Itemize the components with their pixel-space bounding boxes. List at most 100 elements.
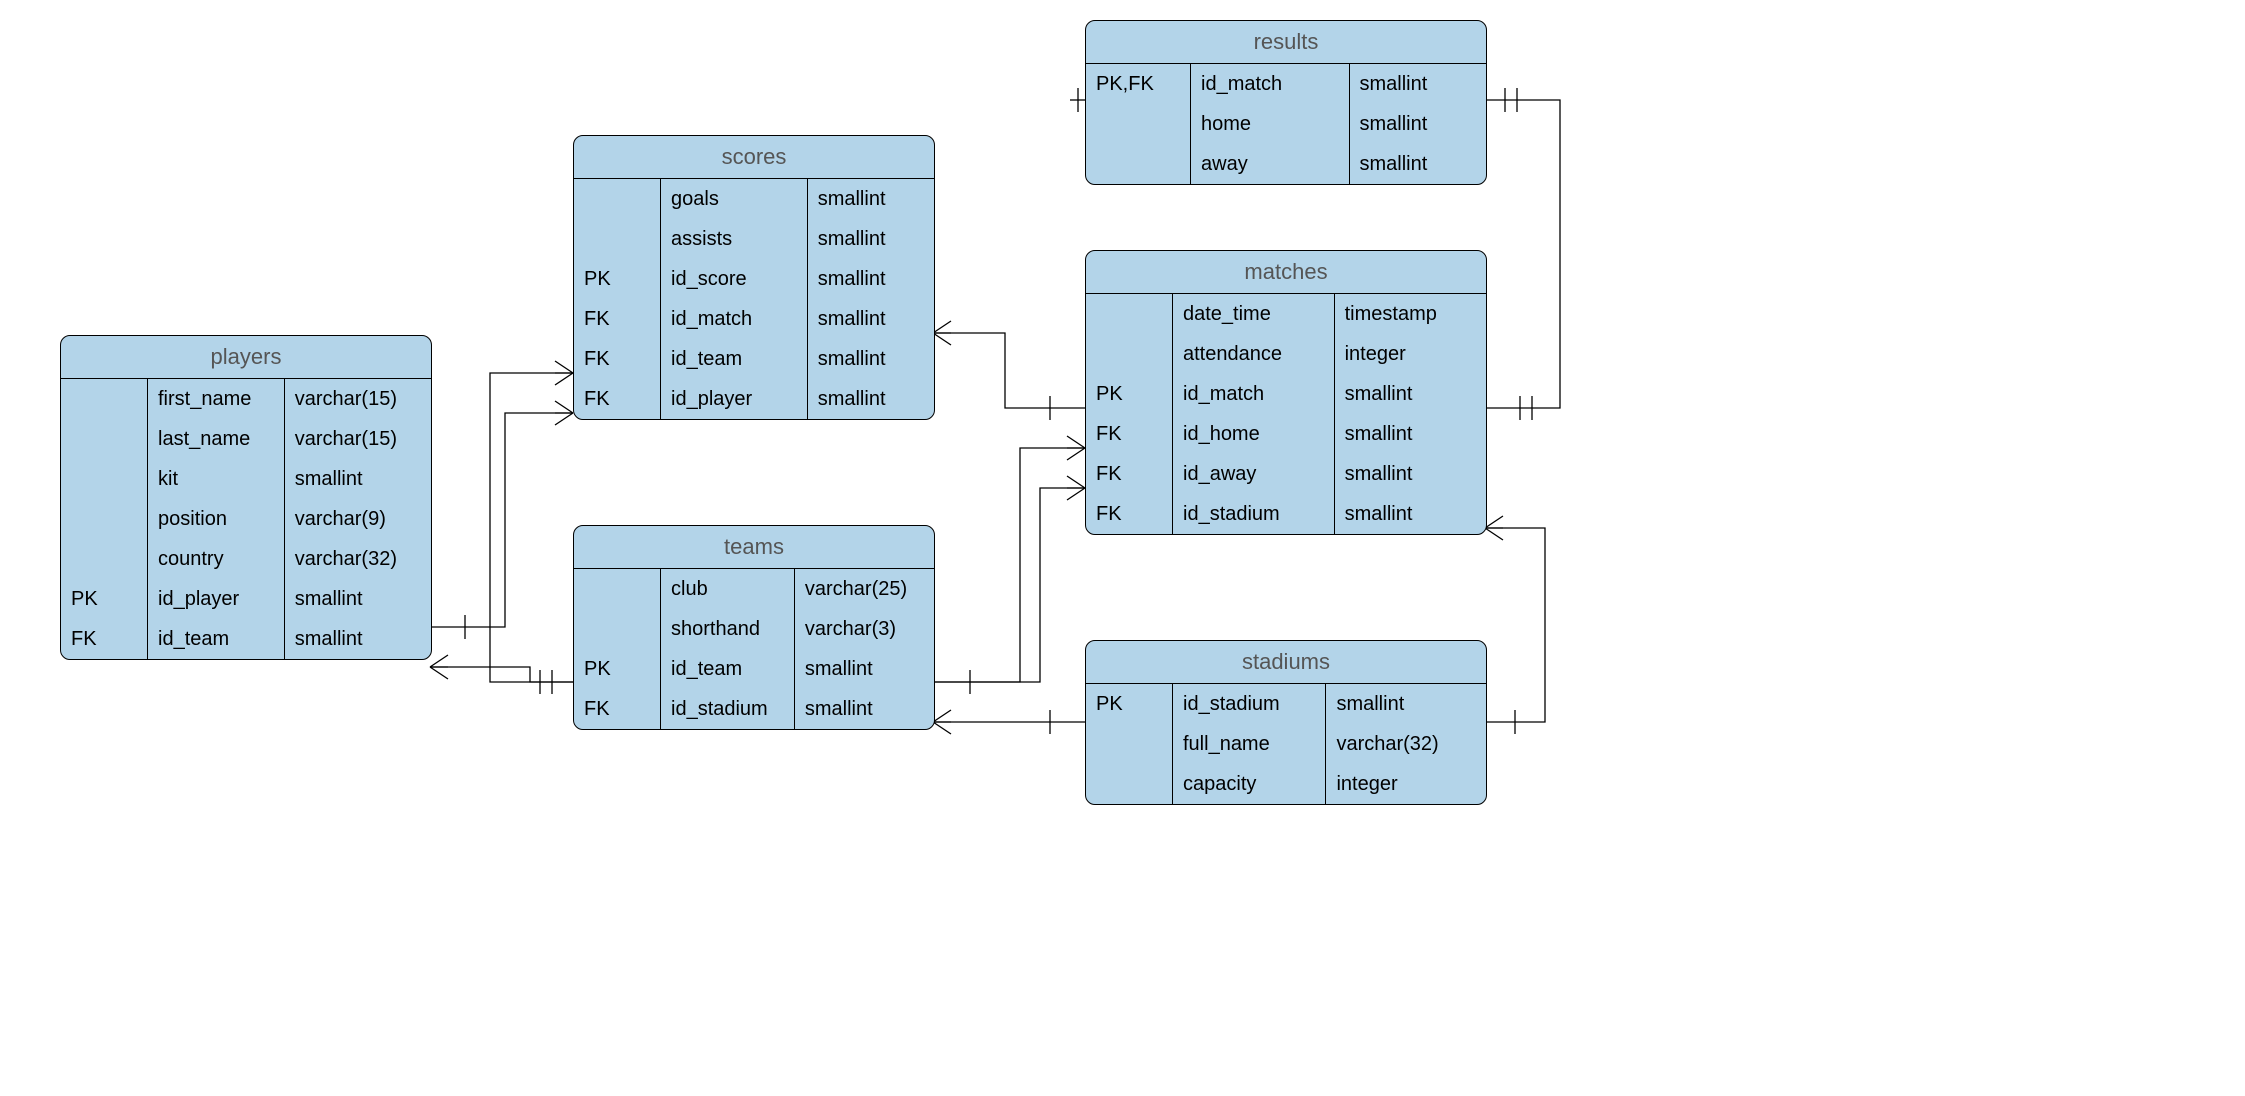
- col-key: PK: [574, 259, 661, 299]
- table-row: date_timetimestamp: [1086, 294, 1486, 334]
- col-key: FK: [574, 299, 661, 339]
- entity-columns: date_timetimestamp attendanceinteger PKi…: [1086, 294, 1486, 534]
- col-name: id_team: [661, 339, 808, 379]
- col-name: id_match: [1191, 64, 1350, 104]
- col-name: id_home: [1173, 414, 1335, 454]
- col-type: integer: [1334, 334, 1486, 374]
- col-name: id_stadium: [1173, 684, 1326, 724]
- table-row: PKid_stadiumsmallint: [1086, 684, 1486, 724]
- table-row: FKid_homesmallint: [1086, 414, 1486, 454]
- entity-columns: PK,FKid_matchsmallint homesmallint aways…: [1086, 64, 1486, 184]
- col-key: PK: [61, 579, 148, 619]
- col-type: smallint: [1334, 494, 1486, 534]
- table-row: clubvarchar(25): [574, 569, 934, 609]
- col-type: smallint: [1334, 414, 1486, 454]
- col-key: PK: [574, 649, 661, 689]
- col-key: [61, 379, 148, 419]
- col-name: club: [661, 569, 795, 609]
- col-name: date_time: [1173, 294, 1335, 334]
- col-key: FK: [574, 379, 661, 419]
- col-name: id_team: [661, 649, 795, 689]
- table-row: first_namevarchar(15): [61, 379, 431, 419]
- col-type: smallint: [807, 179, 934, 219]
- col-name: id_player: [661, 379, 808, 419]
- table-row: awaysmallint: [1086, 144, 1486, 184]
- col-type: smallint: [807, 379, 934, 419]
- col-key: [61, 539, 148, 579]
- col-type: varchar(15): [284, 379, 431, 419]
- col-key: FK: [1086, 414, 1173, 454]
- col-key: FK: [1086, 454, 1173, 494]
- table-row: PKid_scoresmallint: [574, 259, 934, 299]
- col-type: varchar(9): [284, 499, 431, 539]
- col-type: smallint: [1349, 144, 1486, 184]
- col-key: [574, 219, 661, 259]
- col-type: varchar(15): [284, 419, 431, 459]
- col-key: [61, 459, 148, 499]
- entity-title: stadiums: [1086, 641, 1486, 684]
- col-key: [1086, 144, 1191, 184]
- col-name: id_away: [1173, 454, 1335, 494]
- col-type: timestamp: [1334, 294, 1486, 334]
- col-key: [1086, 294, 1173, 334]
- col-name: away: [1191, 144, 1350, 184]
- col-key: PK,FK: [1086, 64, 1191, 104]
- entity-matches: matches date_timetimestamp attendanceint…: [1085, 250, 1487, 535]
- col-type: smallint: [1349, 104, 1486, 144]
- table-row: FKid_awaysmallint: [1086, 454, 1486, 494]
- entity-results: results PK,FKid_matchsmallint homesmalli…: [1085, 20, 1487, 185]
- entity-columns: first_namevarchar(15) last_namevarchar(1…: [61, 379, 431, 659]
- table-row: FKid_teamsmallint: [61, 619, 431, 659]
- col-type: smallint: [1334, 454, 1486, 494]
- entity-columns: PKid_stadiumsmallint full_namevarchar(32…: [1086, 684, 1486, 804]
- col-type: smallint: [794, 649, 934, 689]
- col-key: [1086, 334, 1173, 374]
- table-row: assistssmallint: [574, 219, 934, 259]
- col-name: country: [148, 539, 285, 579]
- col-key: FK: [61, 619, 148, 659]
- col-type: smallint: [1334, 374, 1486, 414]
- col-type: smallint: [284, 579, 431, 619]
- entity-title: results: [1086, 21, 1486, 64]
- col-type: integer: [1326, 764, 1486, 804]
- col-type: smallint: [794, 689, 934, 729]
- entity-players: players first_namevarchar(15) last_namev…: [60, 335, 432, 660]
- table-row: positionvarchar(9): [61, 499, 431, 539]
- col-name: assists: [661, 219, 808, 259]
- col-name: id_match: [1173, 374, 1335, 414]
- entity-columns: goalssmallint assistssmallint PKid_score…: [574, 179, 934, 419]
- col-type: varchar(25): [794, 569, 934, 609]
- col-key: [1086, 724, 1173, 764]
- table-row: capacityinteger: [1086, 764, 1486, 804]
- col-type: smallint: [807, 299, 934, 339]
- col-name: id_stadium: [661, 689, 795, 729]
- table-row: FKid_matchsmallint: [574, 299, 934, 339]
- col-type: varchar(3): [794, 609, 934, 649]
- table-row: countryvarchar(32): [61, 539, 431, 579]
- col-key: [574, 179, 661, 219]
- col-key: FK: [1086, 494, 1173, 534]
- entity-title: matches: [1086, 251, 1486, 294]
- col-name: id_score: [661, 259, 808, 299]
- col-name: position: [148, 499, 285, 539]
- table-row: PKid_playersmallint: [61, 579, 431, 619]
- col-name: first_name: [148, 379, 285, 419]
- erd-canvas: .c { stroke:#000; stroke-width:1.3; fill…: [0, 0, 2245, 1096]
- col-key: FK: [574, 689, 661, 729]
- col-name: shorthand: [661, 609, 795, 649]
- col-type: smallint: [284, 459, 431, 499]
- entity-title: teams: [574, 526, 934, 569]
- col-type: varchar(32): [1326, 724, 1486, 764]
- table-row: FKid_stadiumsmallint: [1086, 494, 1486, 534]
- col-name: home: [1191, 104, 1350, 144]
- table-row: FKid_playersmallint: [574, 379, 934, 419]
- col-key: [1086, 764, 1173, 804]
- col-type: smallint: [807, 259, 934, 299]
- col-name: id_team: [148, 619, 285, 659]
- col-type: smallint: [1326, 684, 1486, 724]
- col-type: smallint: [1349, 64, 1486, 104]
- col-name: full_name: [1173, 724, 1326, 764]
- table-row: FKid_stadiumsmallint: [574, 689, 934, 729]
- table-row: homesmallint: [1086, 104, 1486, 144]
- col-type: varchar(32): [284, 539, 431, 579]
